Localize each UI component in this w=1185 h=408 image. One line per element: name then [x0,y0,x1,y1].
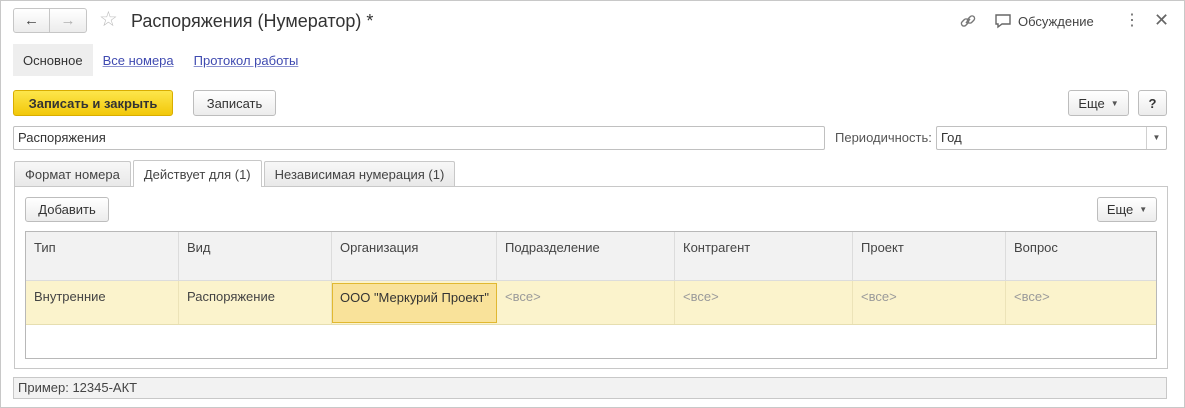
column-header[interactable]: Тип [26,232,179,280]
table-cell[interactable]: Распоряжение [179,281,332,324]
column-header[interactable]: Контрагент [675,232,853,280]
link-icon[interactable] [958,11,978,31]
table-more-button[interactable]: Еще ▼ [1097,197,1157,222]
dropdown-caret-icon: ▼ [1110,98,1119,108]
table-cell[interactable]: Внутренние [26,281,179,324]
nav-all-numbers[interactable]: Все номера [93,44,184,76]
table-cell[interactable]: <все> [1006,281,1156,324]
column-header[interactable]: Подразделение [497,232,675,280]
more-label: Еще [1078,95,1105,111]
dropdown-caret-icon[interactable]: ▼ [1146,127,1166,149]
help-button[interactable]: ? [1138,90,1167,116]
tab-number-format[interactable]: Формат номера [14,161,131,187]
periodicity-label: Периодичность: [835,130,932,145]
table-cell[interactable]: <все> [497,281,675,324]
table-header: Тип Вид Организация Подразделение Контра… [26,232,1156,281]
periodicity-value: Год [941,130,962,145]
column-header[interactable]: Вид [179,232,332,280]
table-more-label: Еще [1106,202,1134,217]
discussion-label: Обсуждение [1018,13,1094,29]
add-button[interactable]: Добавить [25,197,109,222]
discussion-icon [995,14,1011,29]
column-header[interactable]: Организация [332,232,497,280]
tab-independent-numbering[interactable]: Независимая нумерация (1) [263,161,456,187]
tab-panel: Добавить Еще ▼ Тип Вид Организация Подраз… [14,186,1168,369]
close-icon[interactable]: ✕ [1154,9,1169,31]
rules-table: Тип Вид Организация Подразделение Контра… [25,231,1157,359]
back-arrow-icon[interactable]: ← [14,9,50,32]
save-button[interactable]: Записать [193,90,276,116]
more-vertical-icon[interactable]: ⋮ [1124,11,1140,31]
discussion-button[interactable]: Обсуждение [994,11,1094,31]
table-row[interactable]: Внутренние Распоряжение ООО "Меркурий Пр… [26,281,1156,325]
example-status-bar: Пример: 12345-АКТ [13,377,1167,399]
nav-work-log[interactable]: Протокол работы [184,44,309,76]
history-nav: ← → [13,8,87,33]
periodicity-select[interactable]: Год ▼ [936,126,1167,150]
column-header[interactable]: Проект [853,232,1006,280]
column-header[interactable]: Вопрос [1006,232,1156,280]
tab-applies-to[interactable]: Действует для (1) [132,160,262,187]
table-cell[interactable]: <все> [675,281,853,324]
forward-arrow-icon[interactable]: → [50,9,86,32]
table-cell-selected[interactable]: ООО "Меркурий Проект" [332,283,497,323]
more-button[interactable]: Еще ▼ [1068,90,1129,116]
name-field[interactable]: Распоряжения [13,126,825,150]
form-navigation: Основное Все номера Протокол работы [13,44,308,76]
window-title: Распоряжения (Нумератор) * [131,11,374,31]
save-and-close-button[interactable]: Записать и закрыть [13,90,173,116]
dropdown-caret-icon: ▼ [1139,205,1148,214]
table-cell[interactable]: <все> [853,281,1006,324]
nav-main[interactable]: Основное [13,44,93,76]
tab-strip: Формат номера Действует для (1) Независи… [14,160,457,187]
favorite-star-icon[interactable]: ☆ [99,8,118,32]
